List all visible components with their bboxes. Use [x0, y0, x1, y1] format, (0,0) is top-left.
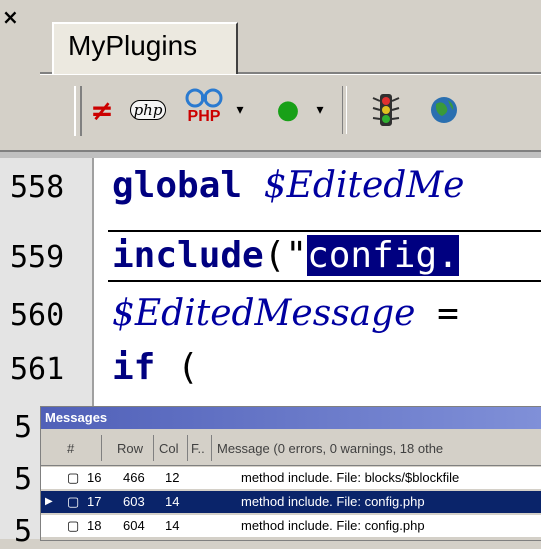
- line-number: 558: [10, 170, 65, 205]
- messages-title-bar[interactable]: Messages: [41, 407, 541, 429]
- keyword-token: if: [112, 347, 156, 388]
- cell-row: 603: [123, 494, 145, 509]
- column-header-file[interactable]: F..: [191, 441, 205, 456]
- column-header-col[interactable]: Col: [159, 441, 179, 456]
- column-divider[interactable]: [153, 435, 154, 461]
- php-debug-icon: PHP: [187, 108, 221, 125]
- not-equal-button[interactable]: ≠: [84, 86, 120, 134]
- messages-panel[interactable]: Messages # Row Col F.. Message (0 errors…: [40, 406, 541, 541]
- cell-col: 14: [165, 518, 180, 533]
- table-row[interactable]: ▶ ▢ 17 603 14 method include. File: config.ph…: [41, 491, 541, 513]
- column-divider[interactable]: [101, 435, 102, 461]
- current-row-pointer-icon: ▶: [45, 496, 53, 507]
- chevron-down-icon: ▾: [316, 102, 324, 118]
- column-header-number[interactable]: #: [67, 441, 74, 456]
- messages-table-header: # Row Col F.. Message (0 errors, 0 warni…: [41, 431, 541, 466]
- line-number-gutter-overlap: 5 5 5: [0, 406, 40, 549]
- column-divider[interactable]: [211, 435, 212, 461]
- green-dot-icon: ●: [276, 95, 300, 125]
- cell-number: 16: [87, 470, 102, 485]
- keyword-token: global: [112, 165, 243, 206]
- cell-col: 12: [165, 470, 180, 485]
- message-info-icon: ▢: [67, 470, 80, 485]
- table-row[interactable]: ▢ 16 466 12 method include. File: blocks/$bl…: [41, 467, 541, 489]
- code-line[interactable]: $EditedMessage =: [112, 290, 459, 338]
- globe-button[interactable]: [424, 86, 464, 134]
- cell-message: method include. File: config.php: [241, 494, 425, 509]
- php-cloud-icon: php: [129, 100, 167, 120]
- variable-token: $EditedMessage: [112, 293, 416, 334]
- column-header-message[interactable]: Message (0 errors, 0 warnings, 18 othe: [217, 441, 443, 456]
- php-button[interactable]: php: [126, 86, 170, 134]
- toolbar-separator: [342, 86, 347, 134]
- line-number: 560: [10, 298, 65, 333]
- cell-number: 17: [87, 494, 102, 509]
- toolbar-grip[interactable]: [74, 86, 82, 136]
- keyword-token: include: [112, 235, 264, 276]
- cell-row: 604: [123, 518, 145, 533]
- close-panel-icon[interactable]: ×: [2, 6, 24, 28]
- chevron-down-icon: ▾: [236, 102, 244, 118]
- line-number: 5: [14, 462, 33, 497]
- messages-title: Messages: [45, 410, 108, 425]
- traffic-light-button[interactable]: [366, 86, 406, 134]
- column-divider[interactable]: [187, 435, 188, 461]
- table-row[interactable]: ▢ 18 604 14 method include. File: config.php: [41, 515, 541, 537]
- line-number: 559: [10, 240, 65, 275]
- code-token: (: [155, 347, 199, 388]
- code-line[interactable]: global $EditedMe: [112, 162, 464, 210]
- tab-myplugins[interactable]: MyPlugins: [52, 22, 238, 74]
- cell-col: 14: [165, 494, 180, 509]
- cell-row: 466: [123, 470, 145, 485]
- cell-message: method include. File: blocks/$blockfile: [241, 470, 460, 485]
- cell-message: method include. File: config.php: [241, 518, 425, 533]
- code-token: (": [263, 235, 308, 276]
- message-info-icon: ▢: [67, 494, 80, 509]
- code-line[interactable]: include("config.: [112, 232, 459, 280]
- variable-token: $EditedMe: [263, 165, 465, 206]
- line-number: 5: [14, 410, 33, 445]
- php-debug-dropdown[interactable]: ▾: [232, 86, 248, 134]
- message-info-icon: ▢: [67, 518, 80, 533]
- tab-label: MyPlugins: [68, 30, 198, 61]
- traffic-light-icon: [372, 94, 400, 126]
- binoculars-icon: [185, 88, 223, 108]
- cell-number: 18: [87, 518, 102, 533]
- code-token: =: [415, 293, 459, 334]
- line-number: 561: [10, 352, 65, 387]
- run-dropdown[interactable]: ▾: [312, 86, 328, 134]
- globe-icon: [431, 97, 457, 123]
- selected-text: config.: [307, 235, 459, 276]
- code-line[interactable]: if (: [112, 344, 199, 392]
- php-debug-button[interactable]: PHP: [176, 82, 232, 130]
- line-number: 5: [14, 514, 33, 549]
- not-equal-icon: ≠: [90, 93, 114, 127]
- column-header-row[interactable]: Row: [117, 441, 143, 456]
- run-button[interactable]: ●: [270, 86, 306, 134]
